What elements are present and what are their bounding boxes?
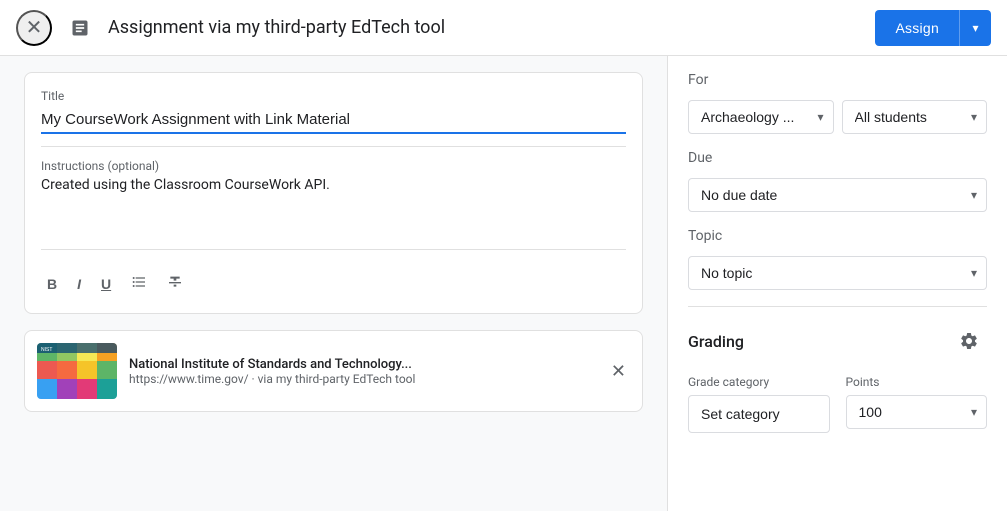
grading-divider	[688, 306, 987, 307]
close-icon: ✕	[26, 15, 43, 40]
bold-button[interactable]: B	[41, 272, 63, 296]
grading-title: Grading	[688, 332, 744, 351]
title-label: Title	[41, 89, 626, 103]
for-section: For Archaeology ... ▾ All students ▾	[688, 72, 987, 134]
due-select-wrapper: No due date ▾	[688, 178, 987, 212]
title-field: Title	[41, 89, 626, 134]
grading-settings-button[interactable]	[951, 323, 987, 359]
close-button[interactable]: ✕	[16, 10, 52, 46]
topbar: ✕ Assignment via my third-party EdTech t…	[0, 0, 1007, 56]
list-button[interactable]	[125, 270, 153, 297]
topic-select[interactable]: No topic	[688, 256, 987, 290]
main-content: Title Instructions (optional) Created us…	[0, 56, 1007, 511]
grading-header: Grading	[688, 323, 987, 359]
assignment-card: Title Instructions (optional) Created us…	[24, 72, 643, 314]
set-category-button[interactable]: Set category	[688, 395, 830, 433]
field-divider	[41, 146, 626, 147]
underline-button[interactable]: U	[95, 272, 117, 296]
chevron-down-icon: ▾	[972, 21, 978, 35]
due-section: Due No due date ▾	[688, 150, 987, 212]
points-select[interactable]: 100 Ungraded	[846, 395, 988, 429]
grade-category-col: Grade category Set category	[688, 375, 830, 433]
grading-section: Grading Grade category Set category Poin…	[688, 323, 987, 433]
italic-button[interactable]: I	[71, 272, 87, 296]
students-select-wrapper: All students ▾	[842, 100, 988, 134]
instructions-text[interactable]: Created using the Classroom CourseWork A…	[41, 177, 626, 237]
close-icon: ✕	[611, 361, 626, 382]
remove-link-button[interactable]: ✕	[607, 357, 630, 386]
formatting-toolbar: B I U	[41, 262, 626, 297]
link-url: https://www.time.gov/ · via my third-par…	[129, 372, 595, 386]
gear-icon	[959, 331, 979, 351]
due-label: Due	[688, 150, 987, 166]
grade-category-label: Grade category	[688, 375, 830, 389]
link-title: National Institute of Standards and Tech…	[129, 357, 595, 372]
doc-icon	[64, 12, 96, 44]
points-col: Points 100 Ungraded ▾	[846, 375, 988, 433]
class-select[interactable]: Archaeology ...	[688, 100, 834, 134]
left-panel: Title Instructions (optional) Created us…	[0, 56, 667, 511]
assign-button-group: Assign ▾	[875, 10, 991, 46]
link-info: National Institute of Standards and Tech…	[129, 357, 595, 386]
topic-label: Topic	[688, 228, 987, 244]
link-thumbnail: NIST	[37, 343, 117, 399]
grade-row: Grade category Set category Points 100 U…	[688, 375, 987, 433]
topic-select-wrapper: No topic ▾	[688, 256, 987, 290]
right-panel: For Archaeology ... ▾ All students ▾ Due	[667, 56, 1007, 511]
students-select[interactable]: All students	[842, 100, 988, 134]
for-label: For	[688, 72, 987, 88]
instructions-field: Instructions (optional) Created using th…	[41, 159, 626, 237]
points-label: Points	[846, 375, 988, 389]
title-input[interactable]	[41, 107, 626, 134]
strikethrough-button[interactable]	[161, 270, 189, 297]
for-selects-row: Archaeology ... ▾ All students ▾	[688, 100, 987, 134]
assign-dropdown-button[interactable]: ▾	[959, 10, 991, 46]
points-wrapper: 100 Ungraded ▾	[846, 395, 988, 429]
toolbar-divider	[41, 249, 626, 250]
topic-section: Topic No topic ▾	[688, 228, 987, 290]
due-select[interactable]: No due date	[688, 178, 987, 212]
svg-text:NIST: NIST	[41, 347, 52, 353]
page-title: Assignment via my third-party EdTech too…	[108, 17, 863, 38]
link-attachment-card: NIST National Institute of Standards and…	[24, 330, 643, 412]
assign-button[interactable]: Assign	[875, 10, 959, 46]
instructions-label: Instructions (optional)	[41, 159, 626, 173]
class-select-wrapper: Archaeology ... ▾	[688, 100, 834, 134]
